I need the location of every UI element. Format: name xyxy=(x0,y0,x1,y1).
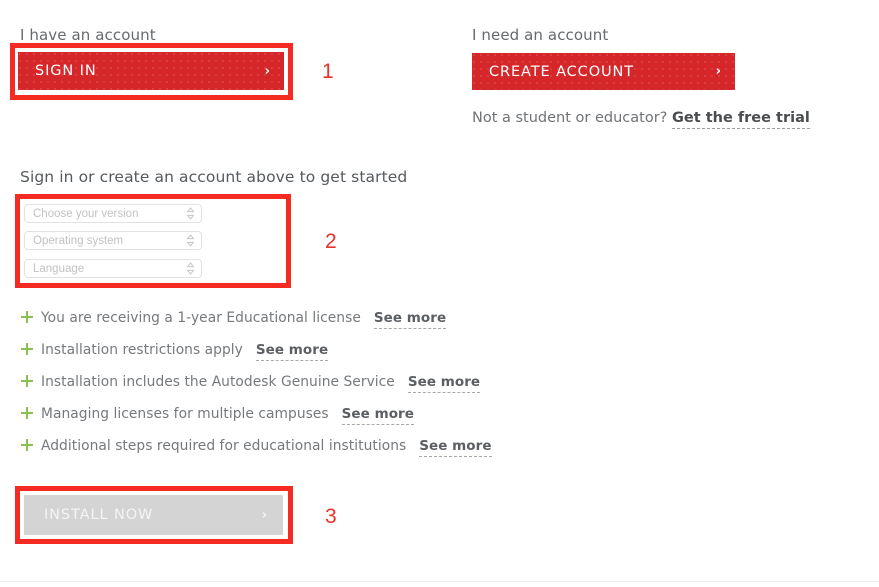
language-select-box[interactable]: Language xyxy=(24,259,202,278)
operating-system-select-box[interactable]: Operating system xyxy=(24,231,202,250)
list-item-text: Managing licenses for multiple campuses xyxy=(41,406,329,422)
operating-system-select[interactable]: Operating system xyxy=(24,231,202,250)
chevron-updown-icon xyxy=(186,234,195,247)
need-account-label: I need an account xyxy=(472,26,609,44)
have-account-label: I have an account xyxy=(20,26,156,44)
plus-icon[interactable] xyxy=(21,439,33,451)
see-more-link[interactable]: See more xyxy=(373,310,447,329)
annotation-number-1: 1 xyxy=(322,60,334,83)
annotation-number-3: 3 xyxy=(325,505,337,528)
list-item-text: Installation restrictions apply xyxy=(41,342,243,358)
create-account-button[interactable]: CREATE ACCOUNT › xyxy=(472,53,735,90)
get-free-trial-link[interactable]: Get the free trial xyxy=(671,110,810,129)
version-select-value: Choose your version xyxy=(33,207,139,220)
create-account-button-label: CREATE ACCOUNT xyxy=(489,63,635,80)
version-select[interactable]: Choose your version xyxy=(24,204,202,223)
list-item: Installation includes the Autodesk Genui… xyxy=(21,374,481,393)
bottom-divider xyxy=(0,581,879,582)
annotation-number-2: 2 xyxy=(325,230,337,253)
sign-in-button-label: SIGN IN xyxy=(35,63,97,79)
operating-system-select-value: Operating system xyxy=(33,234,124,247)
plus-icon[interactable] xyxy=(21,407,33,419)
install-now-button[interactable]: INSTALL NOW › xyxy=(24,495,283,535)
plus-icon[interactable] xyxy=(21,343,33,355)
see-more-link[interactable]: See more xyxy=(419,438,492,457)
install-now-button-label: INSTALL NOW xyxy=(44,507,154,523)
plus-icon[interactable] xyxy=(21,311,33,323)
chevron-updown-icon xyxy=(186,207,195,220)
list-item-text: Installation includes the Autodesk Genui… xyxy=(41,374,395,390)
see-more-link[interactable]: See more xyxy=(341,406,414,425)
get-started-headline: Sign in or create an account above to ge… xyxy=(20,168,408,186)
list-item-text: You are receiving a 1-year Educational l… xyxy=(41,310,361,326)
language-select[interactable]: Language xyxy=(24,259,202,278)
list-item: Managing licenses for multiple campuses … xyxy=(21,406,414,425)
see-more-link[interactable]: See more xyxy=(407,374,481,393)
list-item: Installation restrictions apply See more xyxy=(21,342,329,361)
list-item: Additional steps required for educationa… xyxy=(21,438,492,457)
list-item-text: Additional steps required for educationa… xyxy=(41,438,407,454)
list-item: You are receiving a 1-year Educational l… xyxy=(21,310,447,329)
free-trial-prefix: Not a student or educator? xyxy=(472,110,668,126)
plus-icon[interactable] xyxy=(21,375,33,387)
installer-page: I have an account I need an account SIGN… xyxy=(0,0,879,587)
chevron-right-icon: › xyxy=(715,64,721,79)
chevron-right-icon: › xyxy=(261,507,267,523)
version-select-box[interactable]: Choose your version xyxy=(24,204,202,223)
free-trial-line: Not a student or educator? Get the free … xyxy=(472,110,810,129)
chevron-updown-icon xyxy=(186,262,195,275)
see-more-link[interactable]: See more xyxy=(255,342,329,361)
language-select-value: Language xyxy=(33,262,85,275)
sign-in-button[interactable]: SIGN IN › xyxy=(18,52,284,90)
chevron-right-icon: › xyxy=(264,63,270,79)
